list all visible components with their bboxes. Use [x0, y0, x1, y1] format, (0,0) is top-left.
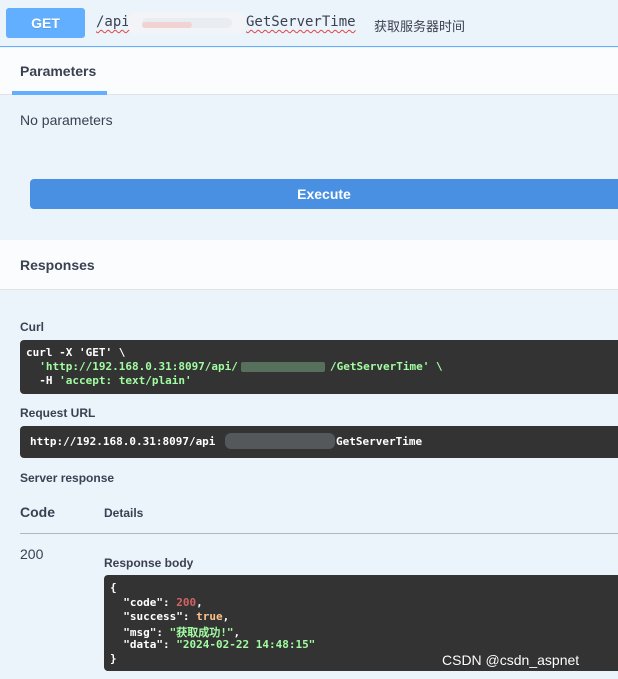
tab-parameters-label: Parameters	[20, 63, 97, 79]
json-code-line: "code": 200,	[110, 596, 203, 609]
watermark: CSDN @csdn_aspnet	[442, 652, 580, 668]
responses-title: Responses	[20, 257, 95, 273]
swagger-operation-panel: GET /api GetServerTime 获取服务器时间 Parameter…	[0, 0, 618, 679]
request-url-label: Request URL	[20, 406, 96, 420]
curl-label: Curl	[20, 320, 44, 334]
operation-header[interactable]: GET /api GetServerTime 获取服务器时间	[0, 0, 618, 47]
response-body-label: Response body	[104, 556, 194, 570]
json-open: {	[110, 581, 117, 594]
server-response-label: Server response	[20, 471, 115, 485]
execute-button[interactable]: Execute	[30, 179, 618, 209]
json-success-line: "success": true,	[110, 610, 230, 623]
json-data-line: "data": "2024-02-22 14:48:15"	[110, 638, 316, 651]
curl-line-1: curl -X 'GET' \	[26, 346, 126, 359]
no-parameters-text: No parameters	[20, 112, 113, 128]
tab-parameters[interactable]: Parameters	[12, 48, 107, 95]
request-url-block[interactable]: http://192.168.0.31:8097/api GetServerTi…	[20, 426, 618, 458]
curl-line-2-prefix: 'http://192.168.0.31:8097/api/	[26, 360, 238, 373]
column-details: Details	[104, 506, 144, 520]
curl-line-2-suffix: /GetServerTime' \	[330, 360, 443, 373]
json-close: }	[110, 652, 117, 665]
response-table-header: Code Details	[20, 504, 618, 534]
redacted-curl-segment	[241, 362, 325, 372]
operation-summary: 获取服务器时间	[374, 19, 466, 34]
redacted-url-segment	[225, 433, 335, 449]
path-prefix: /api	[96, 14, 130, 30]
redacted-path-segment	[128, 12, 246, 34]
method-badge: GET	[6, 8, 85, 38]
path-suffix: GetServerTime	[246, 14, 356, 30]
curl-line-3: -H 'accept: text/plain'	[26, 374, 192, 387]
status-code: 200	[20, 546, 44, 562]
parameters-header: Parameters	[0, 48, 618, 95]
column-code: Code	[20, 504, 55, 520]
curl-code-block[interactable]: curl -X 'GET' \ 'http://192.168.0.31:809…	[20, 340, 618, 394]
request-url-prefix: http://192.168.0.31:8097/api	[30, 435, 216, 448]
responses-header: Responses	[0, 240, 618, 290]
request-url-suffix: GetServerTime	[336, 435, 423, 448]
